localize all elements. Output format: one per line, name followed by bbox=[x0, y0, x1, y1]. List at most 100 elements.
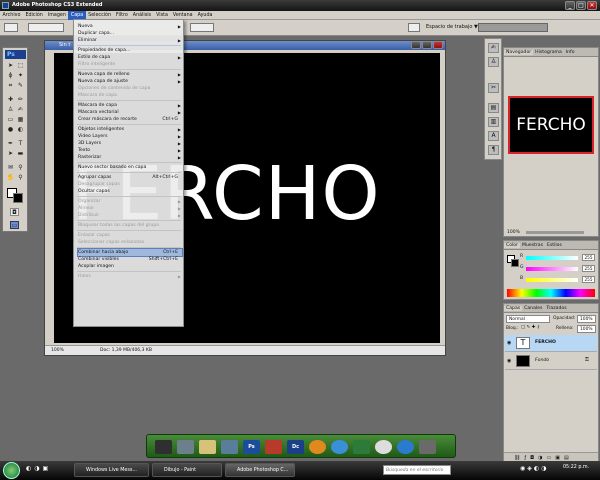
screen-mode-icon[interactable]: ▭ bbox=[10, 221, 19, 229]
menu-imagen[interactable]: Imagen bbox=[45, 11, 68, 20]
taskbar-clock[interactable]: 05:22 p.m. bbox=[563, 465, 589, 470]
dock-device-central-icon[interactable]: Dc bbox=[287, 440, 304, 454]
menu-item[interactable]: Eliminar ▶ bbox=[78, 37, 182, 44]
tool-presets-icon[interactable]: ✂ bbox=[488, 83, 499, 93]
notes-tool-icon[interactable]: ✉ bbox=[6, 164, 15, 172]
crop-tool-icon[interactable]: ⌗ bbox=[6, 82, 15, 90]
layer-name[interactable]: Fondo bbox=[535, 358, 549, 363]
background-color-swatch[interactable] bbox=[13, 193, 23, 203]
menu-item[interactable]: Texto ▶ bbox=[78, 147, 182, 154]
brush-tool-icon[interactable]: ✏ bbox=[16, 96, 25, 104]
zoom-tool-icon[interactable]: ⚲ bbox=[16, 174, 25, 182]
eye-icon[interactable]: ◉ bbox=[507, 358, 511, 364]
task-paint[interactable]: Dibujo - Paint bbox=[152, 463, 222, 477]
printer-icon[interactable] bbox=[408, 23, 420, 32]
color-g-value[interactable]: 255 bbox=[582, 265, 595, 272]
menu-item[interactable]: Agrupar capas Alt+Ctrl+G bbox=[78, 174, 182, 181]
color-bg-swatch[interactable] bbox=[511, 259, 519, 267]
maximize-button[interactable]: □ bbox=[576, 1, 586, 10]
doc-close-button[interactable] bbox=[433, 41, 443, 49]
color-r-value[interactable]: 255 bbox=[582, 254, 595, 261]
layer-name[interactable]: FERCHO bbox=[535, 340, 556, 345]
close-button[interactable]: ✕ bbox=[587, 1, 597, 10]
color-spectrum-bar[interactable] bbox=[507, 289, 595, 297]
dock-ie-icon[interactable] bbox=[331, 440, 348, 454]
history-panel-icon[interactable]: ▥ bbox=[488, 117, 499, 127]
fill-field[interactable]: 100% bbox=[577, 325, 596, 333]
opacity-field[interactable]: 100% bbox=[577, 315, 596, 323]
tray-icons[interactable]: ◉◈◐◑ bbox=[520, 465, 548, 472]
menu-item[interactable]: Nueva capa de ajuste ▶ bbox=[78, 78, 182, 85]
dock-app-icon[interactable] bbox=[419, 440, 436, 454]
dock-cd-icon[interactable] bbox=[375, 440, 392, 454]
eyedropper-icon[interactable]: ⚲ bbox=[16, 164, 25, 172]
desktop-search-input[interactable]: Búsqueda en el escritorio bbox=[383, 465, 451, 475]
menu-edicion[interactable]: Edición bbox=[23, 11, 45, 20]
menu-item[interactable]: Nueva ▶ bbox=[78, 23, 182, 30]
selection-mode-buttons[interactable] bbox=[28, 23, 64, 32]
tab-histograma[interactable]: Histograma bbox=[533, 50, 564, 55]
menu-item[interactable]: Ocultar capas bbox=[78, 188, 182, 195]
character-panel-icon[interactable]: A bbox=[488, 131, 499, 141]
menu-item[interactable]: Nuevo sector basado en capa bbox=[78, 164, 182, 171]
dock-folder-icon[interactable] bbox=[177, 440, 194, 454]
lock-icons[interactable]: □ ✎ ✚ ⚷ bbox=[521, 325, 540, 330]
slice-tool-icon[interactable]: ✎ bbox=[16, 82, 25, 90]
menu-item[interactable]: Máscara vectorial ▶ bbox=[78, 109, 182, 116]
shape-tool-icon[interactable]: ▬ bbox=[16, 150, 25, 158]
lasso-tool-icon[interactable]: ϕ bbox=[6, 72, 15, 80]
tab-canales[interactable]: Canales bbox=[522, 306, 544, 311]
quick-launch-icons[interactable]: ◐◑▣ bbox=[26, 465, 51, 472]
task-photoshop[interactable]: Adobe Photoshop C... bbox=[225, 463, 295, 477]
tab-navegador[interactable]: Navegador bbox=[504, 50, 534, 55]
color-b-value[interactable]: 255 bbox=[582, 276, 595, 283]
menu-ayuda[interactable]: Ayuda bbox=[195, 11, 215, 20]
menu-item[interactable]: Duplicar capa... bbox=[78, 30, 182, 37]
menu-item[interactable]: Estilo de capa ▶ bbox=[78, 54, 182, 61]
dock-app-icon[interactable] bbox=[155, 440, 172, 454]
dock-browser-icon[interactable] bbox=[309, 440, 326, 454]
pen-tool-icon[interactable]: ✒ bbox=[6, 140, 15, 148]
color-b-slider[interactable] bbox=[526, 278, 578, 282]
menu-item[interactable]: Crear máscara de recorte Ctrl+G bbox=[78, 116, 182, 123]
palette-well[interactable] bbox=[478, 23, 548, 32]
menu-item[interactable]: Combinar visibles Shift+Ctrl+E bbox=[78, 256, 182, 263]
type-tool-icon[interactable]: T bbox=[16, 140, 25, 148]
tool-preset-picker[interactable] bbox=[4, 23, 18, 32]
color-g-slider[interactable] bbox=[526, 267, 578, 271]
tab-trazados[interactable]: Trazados bbox=[544, 306, 568, 311]
dodge-tool-icon[interactable]: ◐ bbox=[16, 126, 25, 134]
menu-item[interactable]: Video Layers ▶ bbox=[78, 133, 182, 140]
minimize-button[interactable]: _ bbox=[565, 1, 575, 10]
layer-row-fercho[interactable]: ◉ T FERCHO bbox=[505, 335, 597, 352]
dock-app-icon[interactable] bbox=[353, 440, 370, 454]
history-brush-icon[interactable]: ✍ bbox=[16, 106, 25, 114]
workspace-dropdown[interactable]: Espacio de trabajo ▼ bbox=[426, 24, 478, 30]
tab-capas[interactable]: Capas bbox=[504, 306, 523, 311]
clone-stamp-icon[interactable]: ♙ bbox=[6, 106, 15, 114]
layer-comps-icon[interactable]: ▤ bbox=[488, 103, 499, 113]
eraser-tool-icon[interactable]: ▭ bbox=[6, 116, 15, 124]
dock-globe-icon[interactable] bbox=[397, 440, 414, 454]
navigator-zoom-field[interactable]: 100% bbox=[507, 230, 520, 235]
doc-zoom-field[interactable]: 100% bbox=[51, 346, 64, 356]
menu-item[interactable]: Acoplar imagen bbox=[78, 263, 182, 270]
move-tool-icon[interactable]: ➤ bbox=[6, 62, 15, 70]
start-button[interactable] bbox=[3, 462, 20, 479]
menu-item[interactable]: Rasterizar ▶ bbox=[78, 154, 182, 161]
gradient-tool-icon[interactable]: ▦ bbox=[16, 116, 25, 124]
dock-app-icon[interactable] bbox=[265, 440, 282, 454]
menu-item[interactable]: Máscara de capa ▶ bbox=[78, 102, 182, 109]
options-field[interactable] bbox=[190, 23, 214, 32]
quick-mask-icon[interactable]: ◘ bbox=[10, 208, 19, 216]
brushes-panel-icon[interactable]: ✍ bbox=[488, 43, 499, 53]
menu-item[interactable]: Objetos inteligentes ▶ bbox=[78, 126, 182, 133]
doc-maximize-button[interactable] bbox=[422, 41, 432, 49]
healing-brush-icon[interactable]: ✚ bbox=[6, 96, 15, 104]
doc-minimize-button[interactable] bbox=[411, 41, 421, 49]
eye-icon[interactable]: ◉ bbox=[507, 340, 511, 346]
tab-muestras[interactable]: Muestras bbox=[520, 243, 545, 248]
menu-item[interactable]: 3D Layers ▶ bbox=[78, 140, 182, 147]
menu-archivo[interactable]: Archivo bbox=[0, 11, 23, 20]
dock-photoshop-icon[interactable]: Ps bbox=[243, 440, 260, 454]
